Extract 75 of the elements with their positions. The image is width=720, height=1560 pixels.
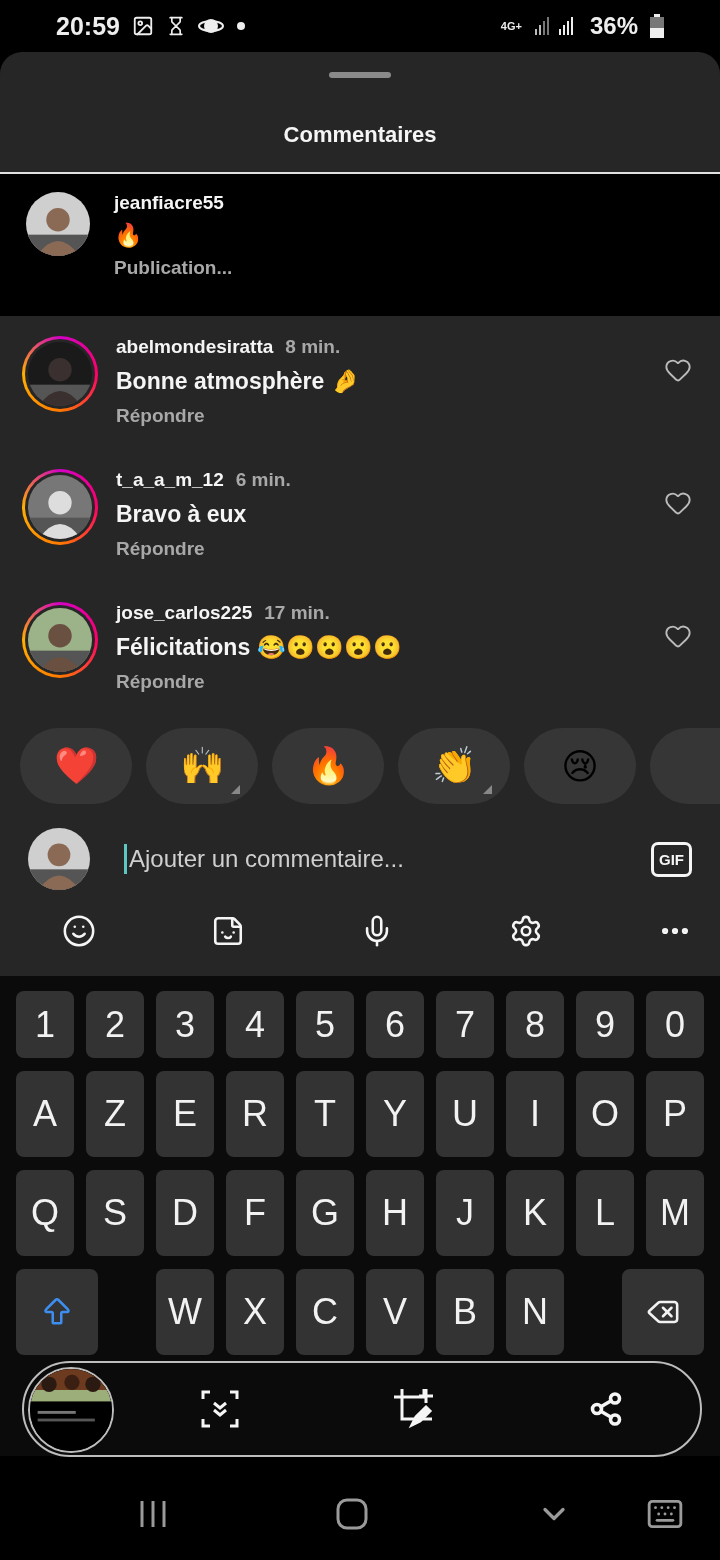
emoji-reaction-button[interactable]: ❤ [20, 728, 132, 804]
comment-input-field[interactable]: Ajouter un commentaire... [124, 844, 617, 874]
username[interactable]: abelmondesiratta [116, 336, 274, 358]
backspace-key[interactable] [622, 1269, 704, 1355]
reply-link[interactable]: Répondre [116, 538, 640, 560]
comment-text: Félicitations 😂😮😮😮😮 [116, 634, 403, 661]
emoji-reaction-button[interactable]: 🔥 [272, 728, 384, 804]
key[interactable]: 1 [16, 991, 74, 1058]
shift-key[interactable] [16, 1269, 98, 1355]
network-type: 4G+ [500, 20, 522, 32]
comment-text: Bravo à eux [116, 501, 248, 528]
comment-time: 6 min. [235, 469, 291, 491]
planet-icon [197, 16, 224, 36]
key[interactable]: K [506, 1170, 564, 1256]
username[interactable]: jose_carlos225 [116, 602, 253, 624]
key[interactable]: 7 [436, 991, 494, 1058]
sticker-icon[interactable] [211, 914, 245, 948]
caption-text: 🔥 [114, 222, 144, 249]
key[interactable]: 2 [86, 991, 144, 1058]
emoji-reaction-button[interactable]: 👏 [398, 728, 510, 804]
key[interactable]: N [506, 1269, 564, 1355]
key[interactable]: 6 [366, 991, 424, 1058]
gallery-icon [131, 15, 154, 37]
username[interactable]: jeanfiacre55 [114, 192, 694, 214]
key[interactable]: C [296, 1269, 354, 1355]
key[interactable]: O [576, 1071, 634, 1157]
key[interactable]: D [156, 1170, 214, 1256]
battery-percent: 36% [589, 12, 638, 40]
key[interactable]: Z [86, 1071, 144, 1157]
key[interactable]: F [226, 1170, 284, 1256]
key[interactable]: X [226, 1269, 284, 1355]
key[interactable]: 3 [156, 991, 214, 1058]
comment-text: Bonne atmosphère 🤌 [116, 368, 361, 395]
key[interactable]: E [156, 1071, 214, 1157]
key[interactable]: T [296, 1071, 354, 1157]
corner-triangle-icon [483, 785, 492, 794]
username[interactable]: t_a_a_m_12 [116, 469, 224, 491]
posting-status: Publication... [114, 257, 234, 279]
comment-time: 17 min. [264, 602, 330, 624]
comment-time: 8 min. [285, 336, 341, 358]
key[interactable]: L [576, 1170, 634, 1256]
key[interactable]: P [646, 1071, 704, 1157]
reply-link[interactable]: Répondre [116, 405, 640, 427]
key[interactable]: R [226, 1071, 284, 1157]
key[interactable]: 5 [296, 991, 354, 1058]
clock: 20:59 [56, 11, 120, 41]
key[interactable]: 4 [226, 991, 284, 1058]
key[interactable]: Q [16, 1170, 74, 1256]
scroll-capture-icon[interactable] [200, 1389, 240, 1429]
key[interactable]: W [156, 1269, 214, 1355]
emoji-reaction-button[interactable]: 🙌 [146, 728, 258, 804]
key[interactable]: H [366, 1170, 424, 1256]
corner-triangle-icon [231, 785, 240, 794]
key[interactable]: 9 [576, 991, 634, 1058]
key[interactable]: I [506, 1071, 564, 1157]
key[interactable]: 0 [646, 991, 704, 1058]
key[interactable]: U [436, 1071, 494, 1157]
key[interactable]: 8 [506, 991, 564, 1058]
key[interactable]: G [296, 1170, 354, 1256]
settings-icon[interactable] [509, 914, 543, 948]
key[interactable]: Y [366, 1071, 424, 1157]
key[interactable]: B [436, 1269, 494, 1355]
drag-handle[interactable] [329, 72, 391, 78]
key[interactable]: M [646, 1170, 704, 1256]
dot-icon [235, 21, 246, 31]
battery-icon [650, 14, 664, 38]
share-icon[interactable] [588, 1391, 624, 1427]
key[interactable]: J [436, 1170, 494, 1256]
reply-link[interactable]: Répondre [116, 671, 640, 693]
key[interactable]: V [366, 1269, 424, 1355]
key[interactable]: S [86, 1170, 144, 1256]
gif-button[interactable]: GIF [651, 841, 692, 877]
emoji-icon[interactable] [62, 914, 96, 948]
key[interactable]: A [16, 1071, 74, 1157]
crop-edit-icon[interactable] [392, 1387, 436, 1431]
